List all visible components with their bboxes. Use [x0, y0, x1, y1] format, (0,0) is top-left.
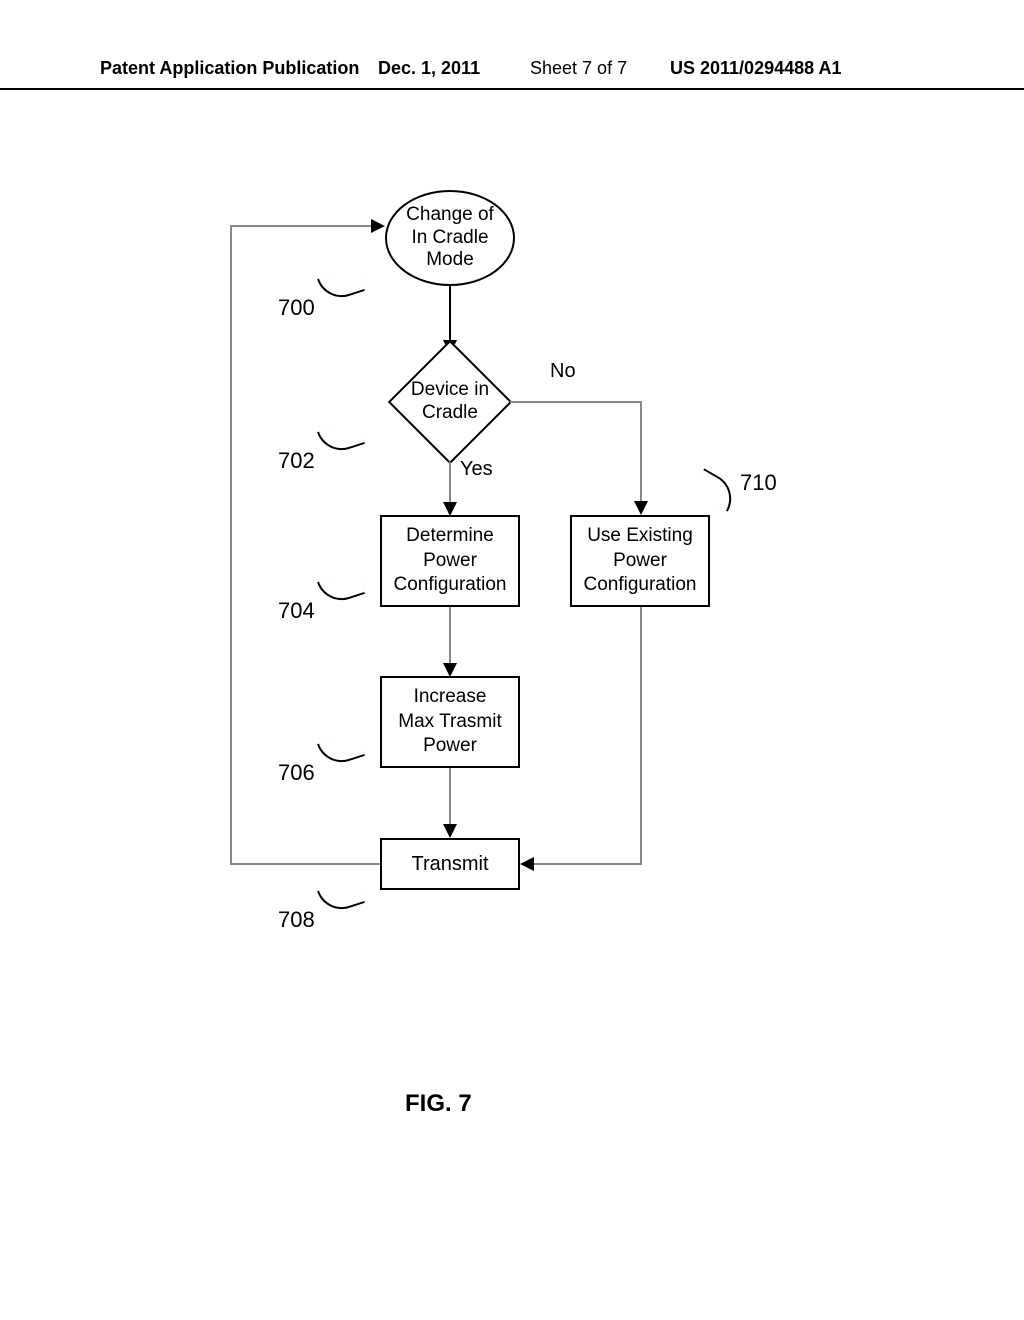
decision-line1: Device in	[390, 379, 510, 402]
determine-line1: Determine	[382, 524, 518, 549]
use-existing-box: Use Existing Power Configuration	[570, 515, 710, 607]
ref-leader-icon	[691, 468, 740, 512]
yes-label: Yes	[460, 458, 493, 481]
increase-line2: Max Trasmit	[382, 710, 518, 735]
no-label: No	[550, 360, 576, 383]
start-line3: Mode	[387, 249, 513, 272]
connector	[449, 607, 451, 665]
connector	[449, 768, 451, 826]
use-existing-line2: Power	[572, 549, 708, 574]
use-existing-line3: Configuration	[572, 573, 708, 598]
increase-box: Increase Max Trasmit Power	[380, 676, 520, 768]
arrowhead-down-icon	[443, 663, 457, 677]
ref-710: 710	[740, 470, 777, 496]
increase-line3: Power	[382, 734, 518, 759]
ref-leader-icon	[317, 419, 365, 457]
ref-706: 706	[278, 760, 315, 786]
determine-line2: Power	[382, 549, 518, 574]
ref-leader-icon	[317, 266, 365, 304]
ref-leader-icon	[317, 569, 365, 607]
decision-text: Device in Cradle	[390, 362, 510, 442]
flowchart: Change of In Cradle Mode Device in Cradl…	[0, 0, 1024, 1320]
start-node: Change of In Cradle Mode	[385, 190, 515, 286]
arrowhead-down-icon	[634, 501, 648, 515]
ref-leader-icon	[317, 878, 365, 916]
connector	[449, 462, 451, 504]
arrowhead-right-icon	[371, 219, 385, 233]
connector	[230, 863, 380, 865]
connector	[640, 607, 642, 865]
determine-box: Determine Power Configuration	[380, 515, 520, 607]
connector	[534, 863, 642, 865]
ref-704: 704	[278, 598, 315, 624]
increase-line1: Increase	[382, 685, 518, 710]
figure-caption: FIG. 7	[405, 1090, 472, 1118]
arrowhead-down-icon	[443, 502, 457, 516]
arrowhead-down-icon	[443, 824, 457, 838]
transmit-box: Transmit	[380, 838, 520, 890]
connector	[449, 286, 451, 342]
ref-700: 700	[278, 295, 315, 321]
ref-708: 708	[278, 907, 315, 933]
connector	[510, 401, 642, 403]
transmit-label: Transmit	[382, 851, 518, 877]
decision-line2: Cradle	[390, 402, 510, 425]
start-line1: Change of	[387, 204, 513, 227]
ref-702: 702	[278, 448, 315, 474]
ref-leader-icon	[317, 731, 365, 769]
start-line2: In Cradle	[387, 227, 513, 250]
connector	[230, 225, 373, 227]
arrowhead-left-icon	[520, 857, 534, 871]
connector	[640, 401, 642, 503]
connector	[230, 225, 232, 865]
determine-line3: Configuration	[382, 573, 518, 598]
use-existing-line1: Use Existing	[572, 524, 708, 549]
